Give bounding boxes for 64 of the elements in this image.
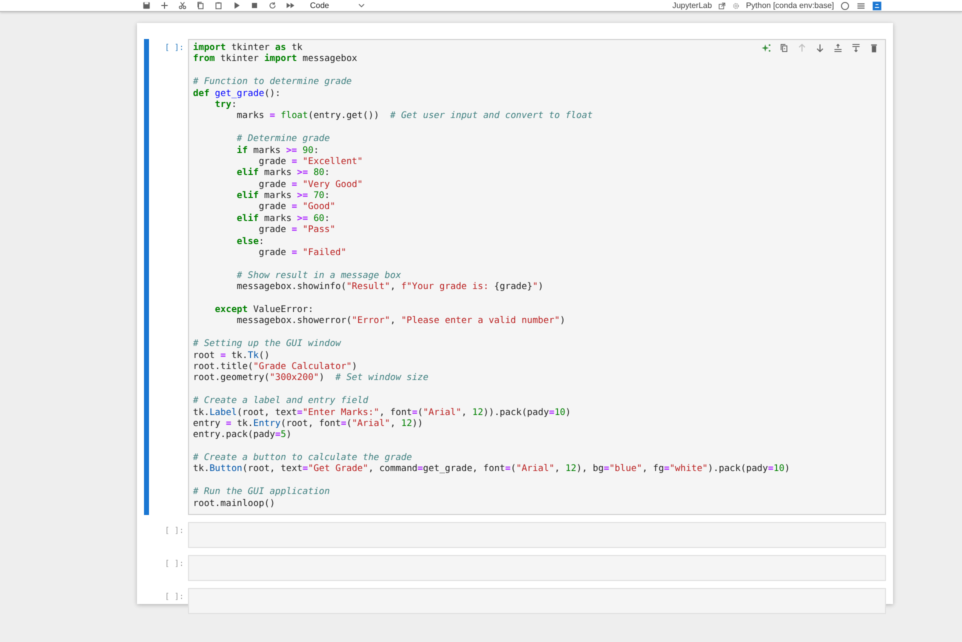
cell-prompt: [ ]:	[164, 591, 185, 604]
gear-icon	[732, 2, 740, 10]
code-input[interactable]	[188, 588, 886, 614]
code-input[interactable]	[188, 522, 886, 548]
code-line: root.title("Grade Calculator")	[193, 362, 358, 373]
insert-above-icon[interactable]	[833, 43, 843, 53]
code-line: root.geometry("300x200") # Set window size	[193, 373, 428, 385]
code-line: elif marks >= 80:	[236, 168, 330, 180]
down-arrow-icon[interactable]	[815, 43, 825, 53]
code-line: marks = float(entry.get()) # Get user input and convert to float	[236, 111, 593, 123]
code-input[interactable]	[188, 555, 886, 582]
caret-icon	[357, 1, 366, 10]
code-line: elif marks >= 70:	[236, 191, 330, 202]
external-link-icon[interactable]	[718, 2, 726, 10]
cell-type-dropdown[interactable]: Code	[310, 1, 366, 10]
code-line: tk.Label(root, text="Enter Marks:", font=("Arial", 12)).pack(pady=10)	[193, 408, 571, 419]
code-line: grade = "Failed"	[258, 248, 346, 260]
code-line: root.mainloop()	[193, 498, 276, 510]
cell-prompt: [ ]:	[164, 525, 185, 538]
refresh-icon[interactable]	[268, 1, 277, 10]
insert-below-icon[interactable]	[851, 43, 861, 53]
code-line: grade = "Good"	[258, 202, 336, 214]
code-line: elif marks >= 60:	[236, 214, 330, 225]
stop-icon[interactable]	[250, 1, 259, 10]
code-line: # Function to determine grade	[193, 77, 352, 89]
clipboard-icon[interactable]	[214, 1, 223, 10]
scissors-icon[interactable]	[178, 1, 187, 10]
code-line: except ValueError:	[214, 304, 314, 316]
trash-icon[interactable]	[869, 43, 879, 53]
code-line: messagebox.showerror("Error", "Please enter a valid number")	[236, 316, 566, 328]
code-line: def get_grade():	[193, 88, 281, 100]
code-line: # Create a button to calculate the grade	[193, 453, 412, 464]
cell-prompt: [ ]:	[164, 558, 185, 570]
code-line: # Determine grade	[236, 134, 330, 146]
code-line: tk.Button(root, text="Get Grade", command=get_grade, font=("Arial", 12), bg="blue", fg="white").pack(pady=10)	[193, 464, 790, 476]
save-icon[interactable]	[142, 1, 151, 10]
code-line: grade = "Pass"	[258, 225, 336, 237]
sparkle-icon[interactable]	[761, 43, 771, 53]
cell-prompt: [ ]:	[164, 42, 185, 54]
menu-icon[interactable]	[856, 0, 866, 10]
code-line: import tkinter as tk	[193, 43, 303, 54]
copy-icon[interactable]	[196, 1, 205, 10]
code-line: if marks >= 90:	[236, 146, 319, 157]
code-line: # Run the GUI application	[193, 487, 330, 499]
code-line: from tkinter import messagebox	[193, 54, 358, 66]
code-line: else:	[236, 236, 264, 248]
code-line: root = tk.Tk()	[193, 350, 270, 362]
code-line: grade = "Excellent"	[258, 156, 363, 168]
duplicate-icon[interactable]	[779, 43, 789, 53]
code-input[interactable]	[188, 39, 886, 516]
code-line: try:	[214, 100, 237, 112]
bug-icon[interactable]	[872, 0, 882, 10]
plus-icon[interactable]	[160, 1, 169, 10]
code-line: # Show result in a message box	[236, 270, 402, 282]
kernel-name[interactable]: Python [conda env:base]	[746, 0, 834, 10]
code-line: grade = "Very Good"	[258, 180, 363, 191]
code-line: messagebox.showinfo("Result", f"Your grade is: {grade}")	[236, 282, 544, 294]
code-line: # Setting up the GUI window	[193, 339, 341, 351]
play-icon[interactable]	[232, 1, 241, 10]
code-line: # Create a label and entry field	[193, 396, 368, 408]
code-line: entry.pack(pady=5)	[193, 430, 292, 442]
code-line: entry = tk.Entry(root, font=("Arial", 12))	[193, 418, 424, 430]
fast-forward-icon[interactable]	[286, 1, 295, 10]
jupyterlab-link[interactable]: JupyterLab	[672, 0, 712, 10]
